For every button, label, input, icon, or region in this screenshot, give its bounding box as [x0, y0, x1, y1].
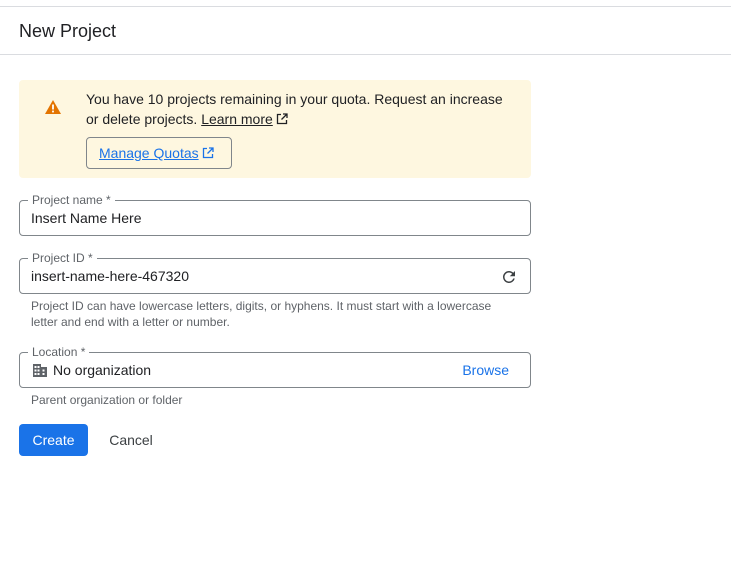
project-id-input[interactable]	[31, 259, 471, 293]
manage-quotas-label: Manage Quotas	[99, 145, 199, 161]
quota-message: You have 10 projects remaining in your q…	[86, 89, 516, 129]
project-id-hint: Project ID can have lowercase letters, d…	[31, 299, 492, 329]
external-link-icon	[202, 147, 214, 159]
dialog-header: New Project	[0, 7, 731, 55]
learn-more-label: Learn more	[201, 111, 273, 127]
project-id-field: Project ID *	[19, 251, 531, 294]
project-name-input[interactable]	[31, 201, 471, 235]
refresh-icon[interactable]	[500, 268, 518, 286]
location-field: Location * Browse	[19, 345, 531, 388]
browse-button[interactable]: Browse	[462, 353, 509, 387]
external-link-icon	[276, 113, 288, 125]
learn-more-link[interactable]: Learn more	[201, 111, 288, 127]
page-title: New Project	[19, 21, 117, 41]
quota-banner: You have 10 projects remaining in your q…	[19, 80, 531, 178]
location-hint: Parent organization or folder	[31, 393, 183, 407]
warning-icon	[45, 100, 61, 114]
project-name-field: Project name *	[19, 193, 531, 236]
location-input[interactable]	[53, 353, 493, 387]
manage-quotas-button[interactable]: Manage Quotas	[86, 137, 232, 169]
quota-text: You have 10 projects remaining in your q…	[86, 91, 503, 127]
building-icon	[33, 364, 47, 377]
create-button[interactable]: Create	[19, 424, 88, 456]
cancel-button[interactable]: Cancel	[98, 424, 164, 456]
